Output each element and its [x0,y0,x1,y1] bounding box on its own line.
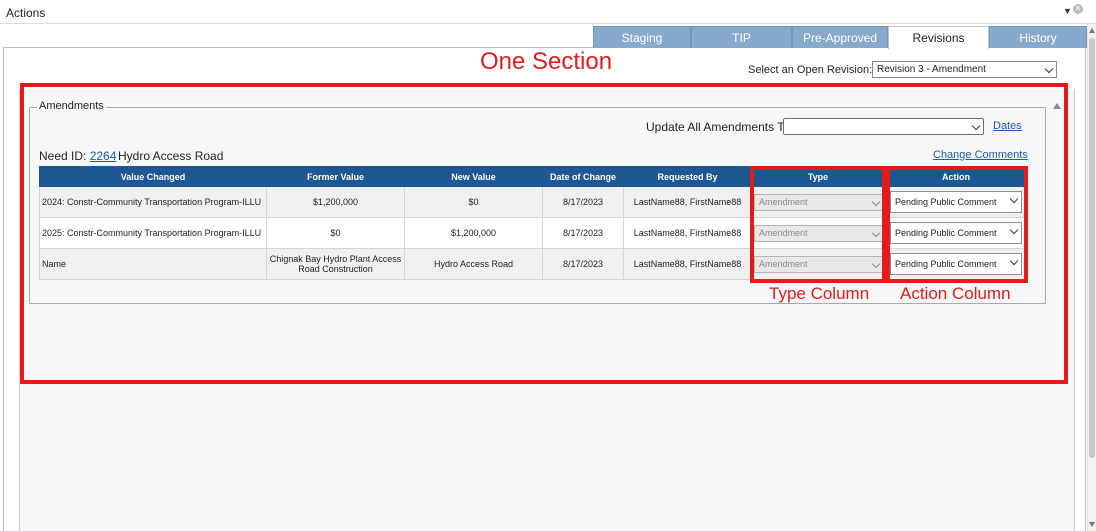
type-select-value: Amendment [759,258,808,269]
column-header[interactable]: New Value [404,166,543,187]
type-cell: Amendment [751,186,885,218]
action-cell: Pending Public Comment [884,217,1028,249]
dates-link[interactable]: Dates [993,120,1022,132]
action-cell: Pending Public Comment [884,248,1028,280]
type-select[interactable]: Amendment [754,224,884,242]
type-select-value: Amendment [759,227,808,238]
type-select-value: Amendment [759,196,808,207]
amendments-table: Value Changed Former Value New Value Dat… [39,166,1028,280]
value-changed-cell: 2025: Constr-Community Transportation Pr… [39,217,267,249]
change-comments-link[interactable]: Change Comments [933,149,1028,161]
chevron-down-icon [871,259,881,268]
annotation-action-label: Action Column [900,284,1011,303]
tab-pre-approved[interactable]: Pre-Approved [792,26,888,48]
amendments-legend: Amendments [37,100,106,112]
need-id: Need ID: 2264 [39,149,116,163]
window-titlebar: Actions ▼ ✕ [0,0,1096,24]
chevron-down-icon [871,197,881,206]
former-value-cell: $0 [266,217,405,249]
column-header[interactable]: Action [884,166,1028,187]
column-header[interactable]: Date of Change [542,166,624,187]
chevron-down-icon [871,228,881,237]
action-select-value: Pending Public Comment [895,259,997,269]
value-changed-cell: 2024: Constr-Community Transportation Pr… [39,186,267,218]
chevron-down-icon [1009,225,1019,235]
update-all-label: Update All Amendments To: [646,120,794,134]
scrollbar[interactable] [1087,24,1096,531]
revision-label: Select an Open Revision: [748,64,873,76]
column-header[interactable]: Type [751,166,885,187]
update-all-select[interactable] [783,118,984,135]
value-changed-cell: Name [39,248,267,280]
revision-select[interactable]: Revision 3 - Amendment [872,61,1057,78]
action-select[interactable]: Pending Public Comment [890,222,1022,244]
tab-revisions[interactable]: Revisions [888,26,989,49]
column-header[interactable]: Former Value [266,166,405,187]
action-select[interactable]: Pending Public Comment [890,253,1022,275]
close-icon[interactable]: ✕ [1073,4,1083,14]
window-title: Actions [6,6,46,20]
requested-by-cell: LastName88, FirstName88 [623,248,752,280]
table-row: 2025: Constr-Community Transportation Pr… [39,217,1028,249]
tab-staging[interactable]: Staging [593,26,691,48]
type-select[interactable]: Amendment [754,255,884,273]
scroll-down-icon[interactable] [1089,522,1095,527]
scroll-thumb[interactable] [1089,38,1095,458]
new-value-cell: Hydro Access Road [404,248,543,280]
column-header[interactable]: Requested By [623,166,752,187]
annotation-type-label: Type Column [769,284,870,303]
scroll-up-icon[interactable] [1089,28,1095,33]
chevron-down-icon [1044,64,1054,74]
column-header[interactable]: Value Changed [39,166,267,187]
action-select-value: Pending Public Comment [895,228,997,238]
new-value-cell: $1,200,000 [404,217,543,249]
table-header-row: Value Changed Former Value New Value Dat… [39,166,1028,187]
type-cell: Amendment [751,248,885,280]
tab-history[interactable]: History [989,26,1087,48]
table-row: 2024: Constr-Community Transportation Pr… [39,186,1028,218]
date-cell: 8/17/2023 [542,248,624,280]
table-row: Name Chignak Bay Hydro Plant Access Road… [39,248,1028,280]
chevron-down-icon [1009,256,1019,266]
tab-tip[interactable]: TIP [691,26,792,48]
collapse-icon[interactable]: ▼ [1063,6,1072,16]
requested-by-cell: LastName88, FirstName88 [623,217,752,249]
action-select[interactable]: Pending Public Comment [890,191,1022,213]
annotation-section-title: One Section [480,48,613,75]
former-value-cell: $1,200,000 [266,186,405,218]
action-cell: Pending Public Comment [884,186,1028,218]
collapse-arrow-icon[interactable] [1053,103,1061,109]
need-id-label: Need ID: [39,149,87,163]
action-select-value: Pending Public Comment [895,197,997,207]
revision-select-value: Revision 3 - Amendment [877,64,986,75]
need-id-link[interactable]: 2264 [90,149,117,163]
requested-by-cell: LastName88, FirstName88 [623,186,752,218]
need-name: Hydro Access Road [118,149,224,163]
former-value-cell: Chignak Bay Hydro Plant Access Road Cons… [266,248,405,280]
new-value-cell: $0 [404,186,543,218]
date-cell: 8/17/2023 [542,217,624,249]
type-select[interactable]: Amendment [754,193,884,211]
type-cell: Amendment [751,217,885,249]
chevron-down-icon [1009,194,1019,204]
chevron-down-icon [971,121,981,131]
date-cell: 8/17/2023 [542,186,624,218]
